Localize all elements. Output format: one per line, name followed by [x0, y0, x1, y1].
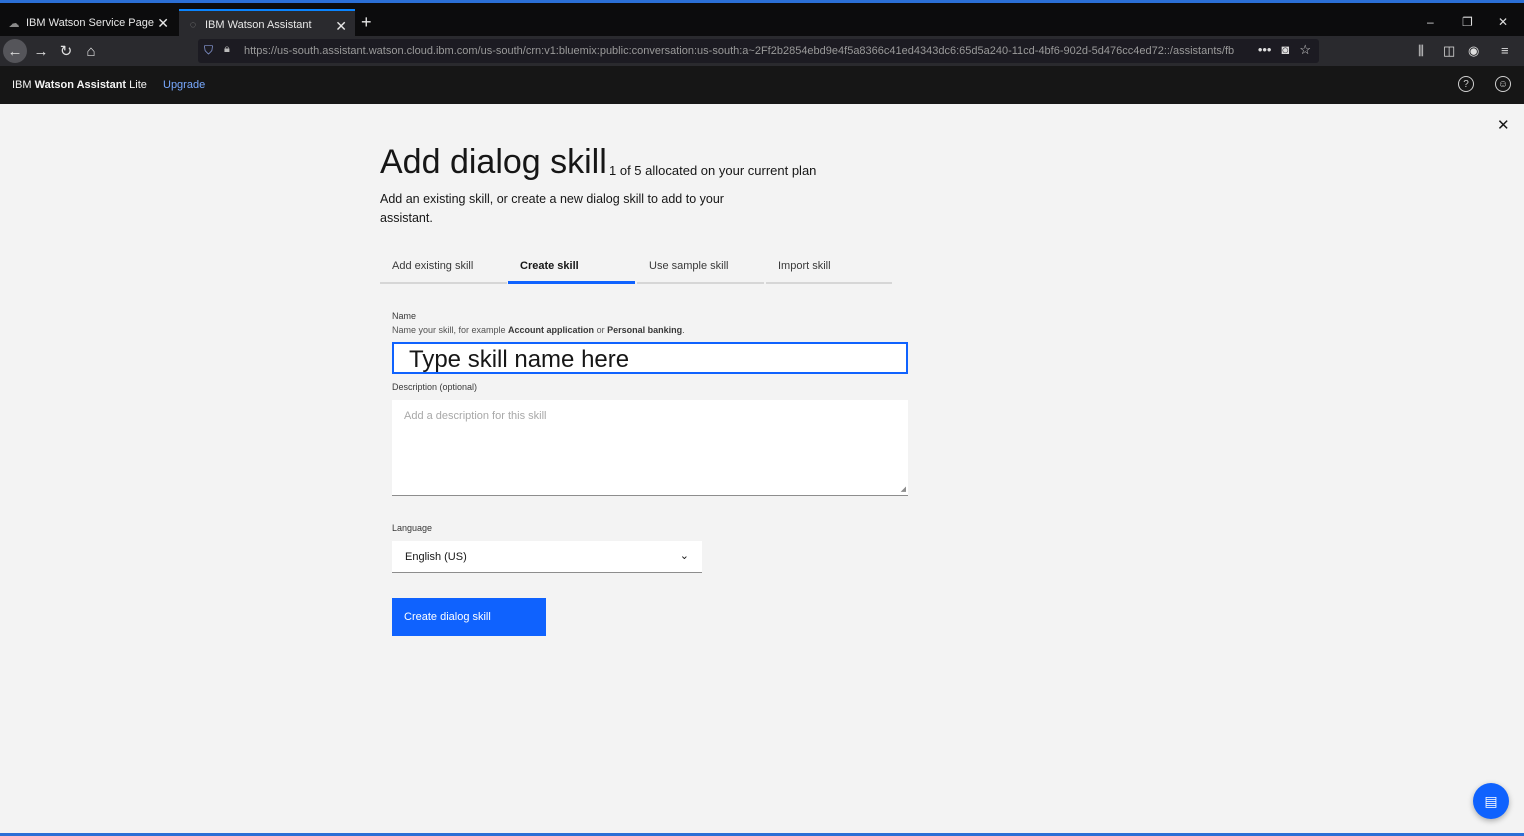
- home-icon[interactable]: ⌂: [80, 40, 102, 62]
- reload-icon[interactable]: ↻: [55, 40, 77, 62]
- url-text[interactable]: https://us-south.assistant.watson.cloud.…: [244, 45, 1249, 57]
- skill-name-input[interactable]: Type skill name here: [392, 342, 908, 374]
- account-icon[interactable]: ◉: [1468, 43, 1479, 59]
- browser-tab-watson-assistant[interactable]: ◌ IBM Watson Assistant ✕: [179, 9, 355, 39]
- close-tab-icon[interactable]: ✕: [335, 18, 347, 35]
- lock-icon[interactable]: 🔒︎: [224, 43, 230, 56]
- menu-icon[interactable]: ≡: [1501, 43, 1509, 58]
- description-label: Description (optional): [392, 382, 478, 392]
- tab-use-sample-skill[interactable]: Use sample skill: [637, 255, 764, 284]
- tab-label: IBM Watson Service Page: [26, 17, 154, 29]
- bookmark-star-icon[interactable]: ☆: [1299, 42, 1311, 58]
- name-helper-text: Name your skill, for example Account app…: [392, 325, 685, 335]
- name-label: Name: [392, 311, 417, 321]
- tab-add-existing-skill[interactable]: Add existing skill: [380, 255, 507, 284]
- tracking-shield-icon[interactable]: ⛉: [204, 43, 213, 58]
- resize-handle-icon[interactable]: ◢: [901, 485, 906, 493]
- sidebar-icon[interactable]: ◫: [1443, 43, 1455, 59]
- browser-tab-bar: ☁ IBM Watson Service Page ✕ ◌ IBM Watson…: [0, 0, 1524, 39]
- product-name: IBM Watson Assistant Lite: [12, 79, 147, 91]
- pocket-icon[interactable]: ◙: [1281, 42, 1289, 58]
- description-placeholder: Add a description for this skill: [404, 410, 547, 422]
- app-header: IBM Watson Assistant Lite Upgrade ? ☺: [0, 66, 1524, 104]
- chat-icon[interactable]: ▤: [1473, 783, 1509, 819]
- browser-tab-service-page[interactable]: ☁ IBM Watson Service Page ✕: [0, 8, 177, 38]
- page-actions-icon[interactable]: •••: [1258, 42, 1272, 58]
- new-tab-button[interactable]: +: [361, 12, 372, 33]
- tab-import-skill[interactable]: Import skill: [766, 255, 892, 284]
- minimize-window-button[interactable]: –: [1427, 15, 1434, 29]
- chevron-down-icon: ⌄: [679, 550, 689, 562]
- create-dialog-skill-button[interactable]: Create dialog skill: [392, 598, 546, 636]
- forward-arrow-icon[interactable]: →: [30, 40, 52, 62]
- restore-window-button[interactable]: ❐: [1462, 15, 1473, 29]
- ibm-cloud-favicon-icon: ☁: [8, 17, 20, 30]
- intro-text: Add an existing skill, or create a new d…: [380, 192, 724, 225]
- tab-label: IBM Watson Assistant: [205, 19, 312, 31]
- back-arrow-icon[interactable]: ←: [3, 39, 27, 63]
- page-title: Add dialog skill: [380, 143, 607, 181]
- browser-nav-bar: ← → ↻ ⌂ ⛉ 🔒︎ https://us-south.assistant.…: [0, 36, 1524, 66]
- close-window-button[interactable]: ✕: [1498, 15, 1508, 29]
- user-profile-icon[interactable]: ☺: [1495, 76, 1511, 92]
- upgrade-link[interactable]: Upgrade: [163, 79, 205, 91]
- watson-favicon-icon: ◌: [189, 19, 197, 31]
- language-label: Language: [392, 523, 433, 533]
- tab-create-skill[interactable]: Create skill: [508, 255, 635, 284]
- url-bar[interactable]: ⛉ 🔒︎ https://us-south.assistant.watson.c…: [198, 39, 1319, 63]
- help-icon[interactable]: ?: [1458, 76, 1474, 92]
- allocation-text: 1 of 5 allocated on your current plan: [609, 163, 817, 178]
- close-page-icon[interactable]: ✕: [1497, 116, 1510, 134]
- close-tab-icon[interactable]: ✕: [157, 15, 169, 32]
- library-icon[interactable]: ⫼: [1418, 43, 1424, 59]
- language-select[interactable]: English (US) ⌄: [392, 541, 702, 573]
- language-value: English (US): [405, 551, 467, 563]
- description-textarea[interactable]: Add a description for this skill ◢: [392, 400, 908, 496]
